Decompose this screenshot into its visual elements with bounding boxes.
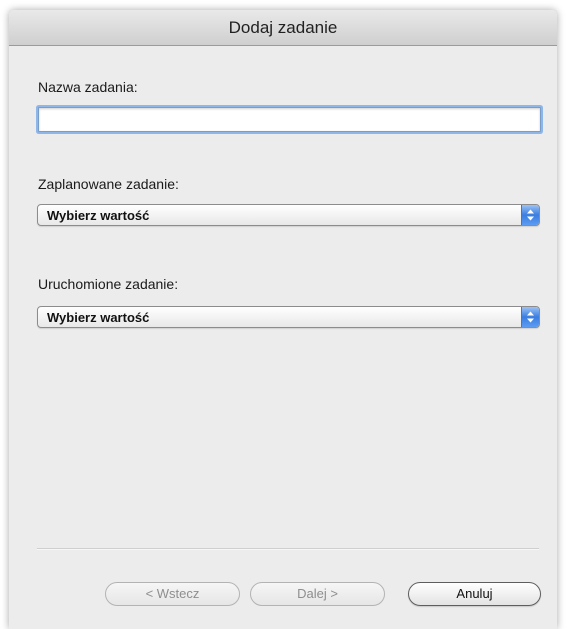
running-task-label: Uruchomione zadanie: [38, 276, 179, 292]
up-down-chevron-icon [521, 205, 539, 225]
up-down-chevron-icon [521, 307, 539, 327]
running-task-select-value: Wybierz wartość [47, 310, 150, 325]
title-bar: Dodaj zadanie [9, 10, 557, 46]
back-button[interactable]: < Wstecz [105, 582, 240, 606]
next-button[interactable]: Dalej > [250, 582, 385, 606]
add-task-dialog: Dodaj zadanie Nazwa zadania: Zaplanowane… [9, 10, 557, 629]
task-name-label: Nazwa zadania: [38, 79, 138, 95]
dialog-title: Dodaj zadanie [228, 18, 338, 37]
scheduled-task-select[interactable]: Wybierz wartość [37, 204, 540, 226]
cancel-button[interactable]: Anuluj [408, 582, 541, 606]
scheduled-task-select-value: Wybierz wartość [47, 208, 150, 223]
task-name-input[interactable] [38, 107, 541, 132]
scheduled-task-label: Zaplanowane zadanie: [38, 176, 179, 192]
running-task-select[interactable]: Wybierz wartość [37, 306, 540, 328]
button-area-divider [37, 548, 539, 550]
